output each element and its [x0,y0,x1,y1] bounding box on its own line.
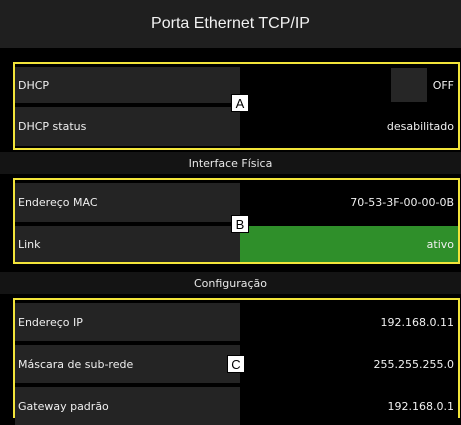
link-label: Link [15,226,240,262]
link-status-value: ativo [240,226,458,262]
mac-address-label: Endereço MAC [15,183,240,222]
dhcp-toggle-switch[interactable] [390,68,427,102]
ip-address-label: Endereço IP [15,303,240,341]
subnet-mask-value[interactable]: 255.255.255.0 [240,345,458,383]
dhcp-status-value: desabilitado [240,107,458,146]
callout-marker-a: A [231,94,249,112]
gateway-label: Gateway padrão [15,387,240,425]
ip-address-row[interactable]: Endereço IP 192.168.0.11 [15,303,458,341]
ip-address-value[interactable]: 192.168.0.11 [240,303,458,341]
gateway-row[interactable]: Gateway padrão 192.168.0.1 [15,387,458,425]
subnet-mask-label: Máscara de sub-rede [15,345,240,383]
page-header: Porta Ethernet TCP/IP [0,0,461,48]
section-configuration-title: Configuração [193,276,268,290]
section-configuration: Configuração [0,272,461,294]
section-physical-interface: Interface Física [0,152,461,174]
gateway-value[interactable]: 192.168.0.1 [240,387,458,425]
dhcp-toggle[interactable]: OFF [240,67,458,103]
mac-address-value: 70-53-3F-00-00-0B [240,183,458,222]
callout-marker-b: B [231,215,249,233]
callout-marker-c: C [227,355,245,373]
dhcp-status-row: DHCP status desabilitado [15,107,458,146]
page-title: Porta Ethernet TCP/IP [151,15,310,32]
dhcp-label: DHCP [15,67,240,103]
dhcp-status-label: DHCP status [15,107,240,146]
section-physical-title: Interface Física [188,156,273,170]
dhcp-toggle-state: OFF [432,78,454,92]
